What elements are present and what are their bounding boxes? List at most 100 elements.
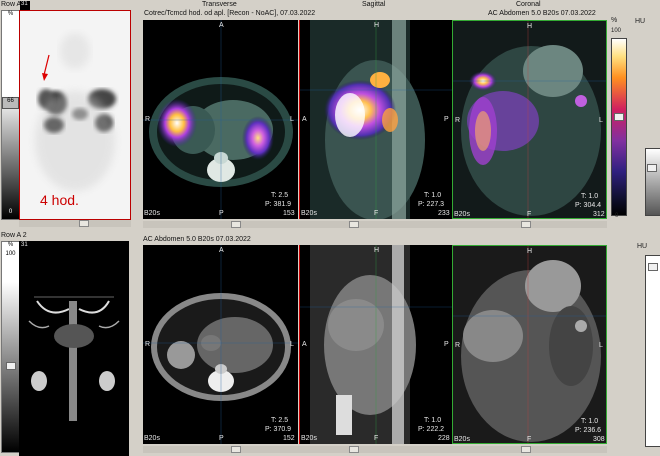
ct-mip-image (28, 296, 120, 421)
t2-value-3: T: 1.0 (581, 418, 599, 425)
hu-slider-row1[interactable] (647, 164, 657, 172)
orient2-top-2: H (374, 247, 380, 254)
mip-time-annotation: 4 hod. (40, 192, 79, 208)
scroll2-thumb-3[interactable] (521, 446, 531, 453)
series2-2: B20s (301, 435, 317, 442)
hu-slider-row2[interactable] (648, 263, 658, 271)
series2-1: B20s (144, 435, 160, 442)
t-value-1: T: 2.5 (271, 192, 289, 199)
ct-coronal-view[interactable]: H R L F T: 1.0 P: 236.6 B20s 308 (452, 245, 607, 444)
pet-color-scale[interactable]: % 100 0 (609, 17, 630, 220)
sagittal-fused-image (300, 20, 452, 219)
scale-mid-value[interactable]: 66 (2, 97, 19, 109)
hu-gradient-row2 (645, 255, 660, 447)
orient-left-1: R (145, 116, 151, 123)
scroll-thumb-3[interactable] (521, 221, 531, 228)
hu-scale-row1[interactable]: HU (631, 18, 660, 220)
orient2-left-3: R (455, 342, 461, 349)
mip-scroll-thumb[interactable] (79, 220, 89, 227)
view-transverse-label: Transverse (202, 1, 237, 8)
orient-left-2: A (302, 116, 307, 123)
mip-view[interactable]: 4 hod. (19, 10, 131, 220)
gray-scale-bar-row2[interactable]: % 100 (1, 241, 20, 453)
ct-coronal-image (453, 246, 606, 443)
transverse-fused-image (143, 20, 298, 219)
red-arrow-icon (42, 54, 50, 81)
series2-3: B20s (454, 436, 470, 443)
row-a2-header: AC Abdomen 5.0 B20s 07.03.2022 (143, 236, 251, 243)
orient2-right-2: P (444, 341, 449, 348)
scroll2-thumb-1[interactable] (231, 446, 241, 453)
ct-sagittal-image (300, 245, 452, 444)
scale2-top-label: % (7, 242, 14, 248)
p2-value-2: P: 222.2 (418, 426, 445, 433)
ct-transverse-image (143, 245, 298, 444)
ct-transverse-view[interactable]: A R L P T: 2.5 P: 370.9 B20s 152 (143, 245, 298, 444)
view-sagittal-label: Sagittal (362, 1, 386, 8)
mip-scrollbar[interactable] (19, 220, 131, 227)
series-2: B20s (301, 210, 317, 217)
color-gradient (611, 38, 627, 216)
frame2-1: 152 (283, 435, 295, 442)
mip-image (35, 33, 116, 191)
ct-mip-view[interactable]: 31 (19, 241, 129, 456)
p-value-1: P: 381.9 (265, 201, 292, 208)
orient-top-1: A (219, 22, 224, 29)
orient2-left-1: R (145, 341, 151, 348)
color-scale-min: 0 (615, 213, 619, 219)
scale2-top-value: 100 (5, 251, 16, 257)
scroll-thumb-1[interactable] (231, 221, 241, 228)
series-3: B20s (454, 211, 470, 218)
scroll2-thumb-2[interactable] (349, 446, 359, 453)
frame-2: 233 (438, 210, 450, 217)
orient2-right-1: L (290, 341, 294, 348)
p2-value-3: P: 236.6 (575, 427, 602, 434)
pet-coronal-view[interactable]: H R L F T: 1.0 P: 304.4 B20s 312 (452, 20, 607, 219)
frame2-3: 308 (593, 436, 605, 443)
row-a1-scrollbar[interactable] (143, 221, 607, 228)
color-scale-percent: % (611, 17, 618, 24)
coronal-fused-image (453, 21, 606, 218)
frame-1: 153 (283, 210, 295, 217)
orient2-top-3: H (527, 248, 533, 255)
orient-bottom-2: F (374, 210, 379, 217)
mip2-counter: 31 (21, 242, 28, 248)
hu-label-row2: HU (637, 243, 648, 250)
orient2-right-3: L (599, 342, 603, 349)
orient2-top-1: A (219, 247, 224, 254)
color-scale-slider[interactable] (614, 113, 624, 121)
row-a2-label: Row A 2 (1, 232, 27, 239)
t2-value-1: T: 2.5 (271, 417, 289, 424)
row-a2-scrollbar[interactable] (143, 446, 607, 453)
orient2-bottom-1: P (219, 435, 224, 442)
orient-bottom-1: P (219, 210, 224, 217)
t-value-2: T: 1.0 (424, 192, 442, 199)
row-a1-right-header: AC Abdomen 5.0 B20s 07.03.2022 (488, 10, 596, 17)
mip-counter: 31 (21, 1, 28, 7)
mip-counter-box: 31 (20, 1, 30, 10)
orient2-bottom-3: F (527, 436, 532, 443)
orient2-bottom-2: F (374, 435, 379, 442)
frame2-2: 228 (438, 435, 450, 442)
p-value-2: P: 227.3 (418, 201, 445, 208)
view-coronal-label: Coronal (516, 1, 541, 8)
t2-value-2: T: 1.0 (424, 417, 442, 424)
hu-scale-row2[interactable]: HU (609, 243, 660, 449)
pet-transverse-view[interactable]: A R L P T: 2.5 P: 381.9 B20s 153 (143, 20, 298, 219)
orient-left-3: R (455, 117, 461, 124)
orient-right-2: P (444, 116, 449, 123)
gray-slider-row2[interactable] (6, 362, 16, 370)
orient-bottom-3: F (527, 211, 532, 218)
pet-sagittal-view[interactable]: H A P F T: 1.0 P: 227.3 B20s 233 (299, 20, 452, 219)
gray-scale-bar[interactable]: % 66 0 (1, 10, 20, 220)
scale-top-label: % (7, 11, 14, 17)
hu-gradient-row1 (645, 148, 660, 216)
orient2-left-2: A (302, 341, 307, 348)
orient-right-3: L (599, 117, 603, 124)
t-value-3: T: 1.0 (581, 193, 599, 200)
gray-gradient (2, 95, 19, 219)
ct-sagittal-view[interactable]: H A P F T: 1.0 P: 222.2 B20s 228 (299, 245, 452, 444)
orient-right-1: L (290, 116, 294, 123)
p2-value-1: P: 370.9 (265, 426, 292, 433)
scroll-thumb-2[interactable] (349, 221, 359, 228)
